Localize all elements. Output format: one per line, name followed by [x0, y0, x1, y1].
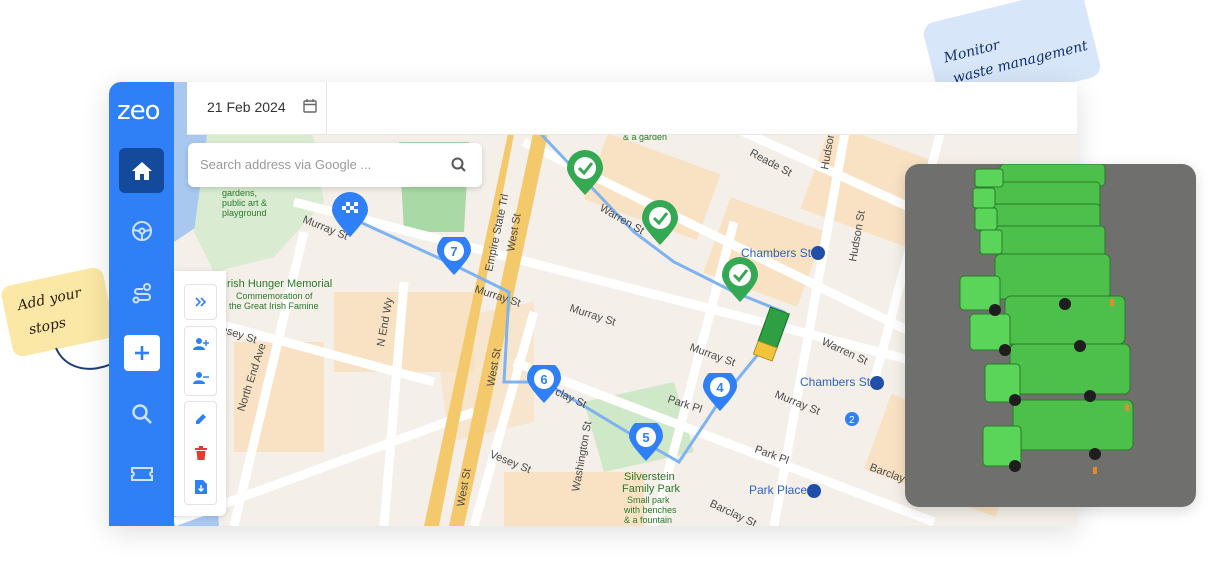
- app-logo: zeo: [117, 96, 161, 126]
- date-display[interactable]: 21 Feb 2024: [207, 99, 286, 115]
- sidebar: zeo: [109, 82, 174, 526]
- stop-pin-7[interactable]: 7: [437, 237, 471, 277]
- toolbar-group-expand: [184, 284, 217, 320]
- completed-pin: [567, 150, 603, 195]
- edit-button[interactable]: [185, 402, 216, 436]
- ticket-icon: [130, 466, 153, 481]
- download-button[interactable]: [185, 470, 216, 504]
- remove-user-icon: [192, 372, 209, 384]
- stop-pin-6[interactable]: 6: [527, 365, 561, 405]
- delete-button[interactable]: [185, 436, 216, 470]
- finish-flag-pin: [332, 192, 368, 237]
- expand-button[interactable]: [185, 285, 216, 319]
- steering-wheel-icon: [131, 220, 152, 241]
- toolbar-group-edit: [184, 401, 217, 505]
- download-icon: [194, 480, 207, 494]
- top-bar-divider: [326, 82, 327, 134]
- sidebar-item-drive[interactable]: [119, 208, 164, 253]
- sidebar-item-routes[interactable]: [119, 270, 164, 315]
- completed-pin: [642, 200, 678, 245]
- delete-icon: [194, 446, 207, 460]
- home-icon: [131, 161, 152, 180]
- calendar-icon[interactable]: [303, 99, 317, 118]
- sidebar-item-add[interactable]: [124, 335, 160, 371]
- plus-icon: [135, 346, 149, 360]
- trucks-illustration: [959, 164, 1134, 474]
- expand-icon: [194, 297, 206, 307]
- stop-pin-4[interactable]: 4: [703, 373, 737, 413]
- map-toolbar: [174, 271, 226, 516]
- top-bar: 21 Feb 2024: [187, 82, 1077, 135]
- stop-pin-label: 5: [642, 430, 650, 445]
- search-input[interactable]: Search address via Google ...: [200, 157, 371, 172]
- garbage-trucks-photo: [905, 164, 1196, 507]
- search-box[interactable]: Search address via Google ...: [188, 143, 482, 187]
- completed-pin: [722, 257, 758, 302]
- route-icon: [132, 282, 151, 303]
- stop-pin-label: 4: [716, 380, 724, 395]
- stop-pin-label: 6: [540, 372, 548, 387]
- sidebar-item-search[interactable]: [119, 391, 164, 436]
- stop-pin-5[interactable]: 5: [629, 423, 663, 463]
- add-user-button[interactable]: [185, 327, 216, 361]
- sidebar-item-home[interactable]: [119, 148, 164, 193]
- search-icon[interactable]: [451, 157, 467, 178]
- stop-pin-label: 7: [450, 244, 458, 259]
- sidebar-item-tickets[interactable]: [119, 451, 164, 496]
- edit-icon: [195, 414, 206, 424]
- search-icon: [131, 403, 152, 424]
- add-user-icon: [192, 338, 209, 350]
- remove-user-button[interactable]: [185, 361, 216, 395]
- toolbar-group-users: [184, 326, 217, 396]
